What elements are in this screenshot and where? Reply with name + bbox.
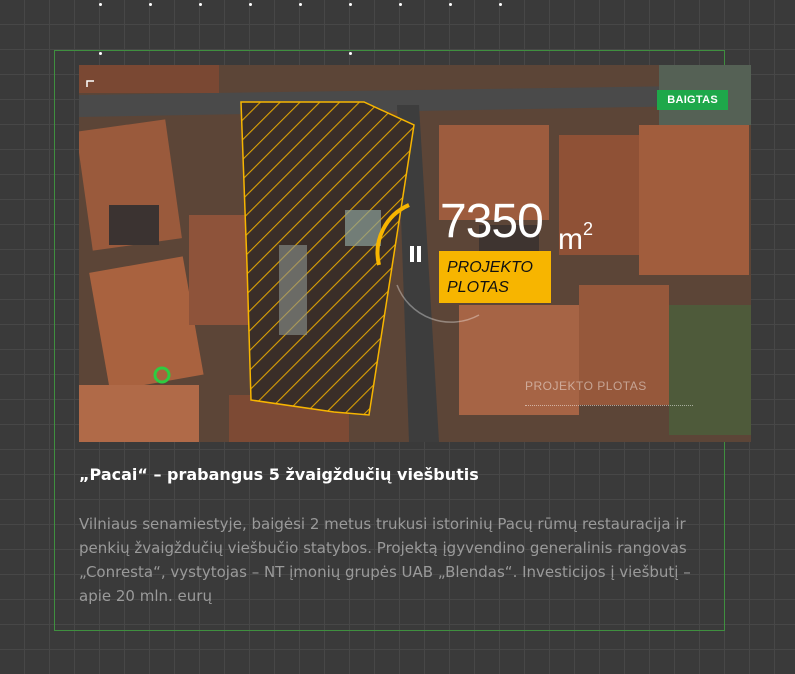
handle-dot	[349, 3, 352, 6]
handle-dot	[449, 3, 452, 6]
project-area-label: PROJEKTO PLOTAS	[439, 251, 551, 303]
project-description: Vilniaus senamiestyje, baigėsi 2 metus t…	[79, 515, 691, 605]
area-unit-text: m	[558, 223, 583, 256]
project-area-value: 7350	[440, 195, 544, 248]
handle-dot	[199, 3, 202, 6]
handle-dot	[299, 3, 302, 6]
area-unit-exponent: 2	[583, 219, 594, 239]
handle-dot	[99, 3, 102, 6]
watermark-divider	[525, 405, 693, 406]
project-aerial-photo[interactable]: BAIGTAS 7350 m2 PROJEKTO PLOTAS PROJEKTO…	[79, 65, 751, 442]
status-badge: BAIGTAS	[657, 90, 728, 110]
handle-dot	[249, 3, 252, 6]
handle-dot	[399, 3, 402, 6]
project-area-unit: m2	[558, 215, 593, 257]
project-title[interactable]: „Pacai“ – prabangus 5 žvaigždučių viešbu…	[79, 463, 479, 487]
handle-dot	[499, 3, 502, 6]
handle-dot	[149, 3, 152, 6]
pause-icon[interactable]	[410, 246, 421, 262]
video-watermark: PROJEKTO PLOTAS	[525, 379, 647, 393]
